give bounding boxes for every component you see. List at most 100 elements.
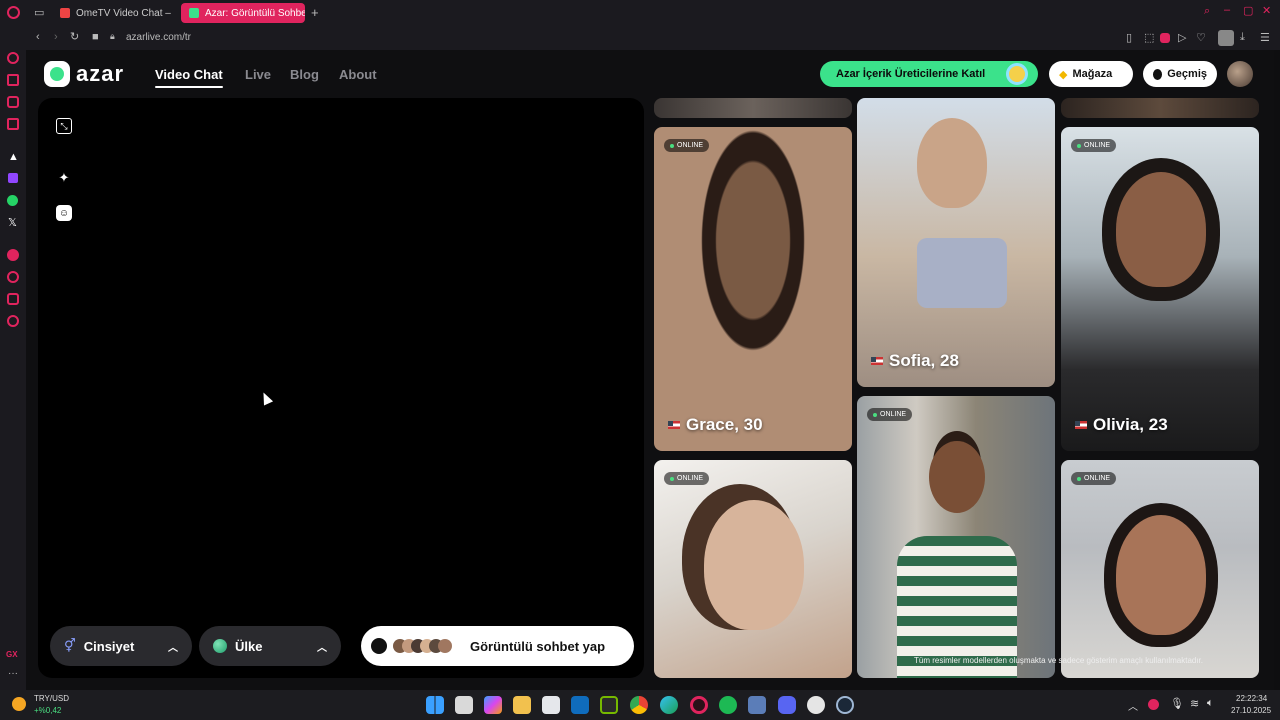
taskbar: TRY/USD +%0,42 ︿ 🎙︎ ≋ 🔈︎ 22:22:34 27.10.… bbox=[0, 690, 1280, 720]
wifi-icon[interactable]: ≋ bbox=[1190, 697, 1199, 710]
profile-card-top-partial-1[interactable] bbox=[654, 98, 852, 118]
clock-date[interactable]: 27.10.2025 bbox=[1231, 706, 1271, 715]
azar-logo[interactable]: azar bbox=[44, 61, 124, 87]
player-icon[interactable]: ▷ bbox=[1178, 31, 1186, 44]
tab-azar[interactable]: Azar: Görüntülü Sohbet, Y bbox=[181, 3, 305, 23]
profile-card[interactable]: ONLINE Grace, 30 bbox=[654, 127, 852, 451]
bookmark-icon[interactable]: ▯ bbox=[1126, 31, 1132, 44]
back-icon[interactable]: ‹ bbox=[36, 31, 40, 43]
country-filter-button[interactable]: Ülke ︿ bbox=[199, 626, 341, 666]
creator-cta-button[interactable]: Azar İçerik Üreticilerine Katıl bbox=[820, 61, 1038, 87]
nvidia-icon[interactable] bbox=[600, 696, 618, 714]
steam-icon[interactable] bbox=[836, 696, 854, 714]
more-icon[interactable]: ··· bbox=[8, 668, 18, 679]
gender-filter-button[interactable]: ⚥ Cinsiyet ︿ bbox=[50, 626, 192, 666]
task-view-icon[interactable] bbox=[455, 696, 473, 714]
shop-button[interactable]: ◆ Mağaza bbox=[1049, 61, 1133, 87]
tab-azar-label: Azar: Görüntülü Sohbet, Y bbox=[205, 7, 305, 19]
speaker-icon[interactable]: 🔈︎ bbox=[1207, 697, 1214, 710]
tiktok-icon[interactable]: ▲ bbox=[8, 151, 19, 163]
profile-card[interactable]: ONLINE bbox=[654, 460, 852, 678]
history-button[interactable]: Geçmiş bbox=[1143, 61, 1217, 87]
start-icon[interactable] bbox=[426, 696, 444, 714]
new-tab-button[interactable]: + bbox=[311, 5, 319, 20]
github-icon[interactable] bbox=[807, 696, 825, 714]
microphone-icon[interactable]: 🎙︎ bbox=[1170, 697, 1184, 710]
chevron-up-icon: ︿ bbox=[317, 642, 327, 654]
online-badge: ONLINE bbox=[867, 408, 913, 421]
whatsapp-icon[interactable] bbox=[7, 195, 18, 206]
video-camera-icon bbox=[371, 638, 387, 654]
store-icon[interactable] bbox=[542, 696, 560, 714]
url-field[interactable]: azarlive.com/tr bbox=[126, 32, 191, 43]
gender-icon: ⚥ bbox=[64, 638, 76, 653]
discord-icon[interactable] bbox=[778, 696, 796, 714]
browser-tab-bar: ▭ OmeTV Video Chat – Azar: Görüntülü Soh… bbox=[0, 0, 1280, 26]
nav-live[interactable]: Live bbox=[245, 67, 271, 82]
settings-icon[interactable] bbox=[7, 315, 19, 327]
nav-blog[interactable]: Blog bbox=[290, 67, 319, 82]
shopping-icon[interactable] bbox=[7, 74, 19, 86]
tab-workspaces-icon[interactable]: ▭ bbox=[34, 6, 44, 19]
profile-card[interactable]: ONLINE bbox=[1061, 460, 1259, 678]
x-icon[interactable]: 𝕏 bbox=[8, 216, 17, 229]
profile-avatar-icon[interactable] bbox=[1218, 30, 1234, 46]
forward-icon[interactable]: › bbox=[54, 31, 58, 43]
tray-app-icon[interactable] bbox=[1148, 699, 1159, 710]
clock-time[interactable]: 22:22:34 bbox=[1236, 694, 1267, 703]
copilot-icon[interactable] bbox=[484, 696, 502, 714]
online-label: ONLINE bbox=[1084, 142, 1111, 149]
ticker-pair[interactable]: TRY/USD bbox=[34, 694, 69, 703]
weather-icon[interactable] bbox=[12, 697, 26, 711]
pinboard-icon[interactable] bbox=[7, 96, 19, 108]
tab-ometv-label: OmeTV Video Chat – bbox=[76, 7, 171, 19]
profile-card[interactable]: ONLINE Olivia, 23 bbox=[1061, 127, 1259, 451]
tab-ometv[interactable]: OmeTV Video Chat – bbox=[52, 3, 174, 23]
player-sidebar-icon[interactable] bbox=[7, 118, 19, 130]
opera-logo-icon[interactable] bbox=[7, 6, 20, 19]
opera-gx-icon[interactable] bbox=[690, 696, 708, 714]
online-label: ONLINE bbox=[880, 411, 907, 418]
online-label: ONLINE bbox=[1084, 475, 1111, 482]
image-disclaimer: Tüm resimler modellerden oluşmakta ve sa… bbox=[914, 656, 1204, 665]
heart-icon[interactable]: ♡ bbox=[1196, 31, 1206, 44]
chrome-icon[interactable] bbox=[630, 696, 648, 714]
user-avatar[interactable] bbox=[1227, 61, 1253, 87]
face-icon[interactable]: ☺ bbox=[56, 205, 72, 221]
azar-logo-text: azar bbox=[76, 61, 125, 86]
nav-video-chat[interactable]: Video Chat bbox=[155, 67, 223, 88]
menu-icon[interactable]: ☰ bbox=[1260, 31, 1270, 44]
twitch-icon[interactable] bbox=[8, 173, 18, 183]
download-icon[interactable]: ⤓ bbox=[1240, 31, 1245, 44]
us-flag-icon bbox=[668, 421, 680, 429]
lock-icon: 🔒︎ bbox=[110, 31, 115, 41]
video-panel[interactable]: ⤡ ✦ ☺ bbox=[38, 98, 644, 678]
network-app-icon[interactable] bbox=[748, 696, 766, 714]
minimize-window-icon[interactable]: – bbox=[1224, 4, 1230, 16]
sparkle-icon[interactable]: ✦ bbox=[56, 170, 72, 186]
maximize-window-icon[interactable]: ▢ bbox=[1243, 4, 1253, 17]
country-label: Ülke bbox=[235, 638, 263, 654]
profile-card-top-partial-2[interactable] bbox=[1061, 98, 1259, 118]
outlook-icon[interactable] bbox=[571, 696, 589, 714]
profile-card[interactable]: ONLINE bbox=[857, 396, 1055, 678]
minimize-icon[interactable]: ⤡ bbox=[56, 118, 72, 134]
edge-icon[interactable] bbox=[660, 696, 678, 714]
gx-icon[interactable]: GX bbox=[6, 650, 18, 659]
camera-permission-icon[interactable]: ■ bbox=[92, 31, 99, 43]
close-window-icon[interactable]: ✕ bbox=[1262, 4, 1271, 17]
nav-about[interactable]: About bbox=[339, 67, 377, 82]
history-icon[interactable] bbox=[7, 271, 19, 283]
aria-icon[interactable] bbox=[7, 52, 19, 64]
reload-icon[interactable]: ↻ bbox=[70, 30, 79, 43]
music-icon[interactable] bbox=[7, 249, 19, 261]
snapshot-icon[interactable]: ⬚ bbox=[1144, 31, 1154, 44]
start-video-chat-button[interactable]: Görüntülü sohbet yap bbox=[361, 626, 634, 666]
extensions-icon[interactable] bbox=[7, 293, 19, 305]
tray-chevron-icon[interactable]: ︿ bbox=[1128, 698, 1138, 713]
adblock-icon[interactable] bbox=[1160, 33, 1170, 43]
spotify-icon[interactable] bbox=[719, 696, 737, 714]
file-explorer-icon[interactable] bbox=[513, 696, 531, 714]
profile-card[interactable]: Sofia, 28 bbox=[857, 98, 1055, 387]
search-tabs-icon[interactable]: ⌕ bbox=[1204, 5, 1210, 18]
